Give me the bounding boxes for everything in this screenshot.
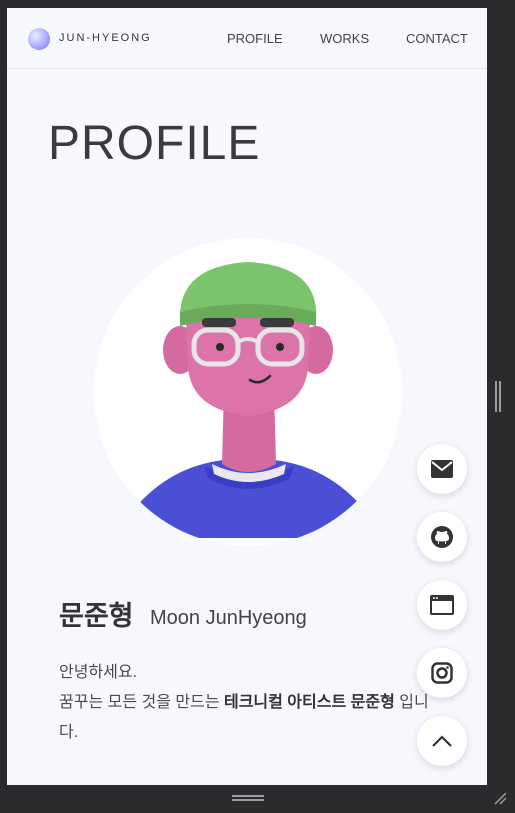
github-icon: [431, 526, 453, 548]
horizontal-resize-handle[interactable]: [232, 795, 264, 801]
profile-name-english: Moon JunHyeong: [150, 607, 307, 629]
github-button[interactable]: [417, 512, 467, 562]
nav-works-link[interactable]: WORKS: [320, 31, 369, 46]
mail-icon: [431, 460, 453, 478]
mail-button[interactable]: [417, 444, 467, 494]
page-viewport: JUN-HYEONG PROFILE WORKS CONTACT PROFILE: [7, 8, 487, 785]
intro-prefix: 꿈꾸는 모든 것을 만드는: [59, 694, 224, 711]
vertical-resize-handle[interactable]: [495, 381, 501, 412]
browser-frame-right: [487, 0, 515, 813]
nav-profile-link[interactable]: PROFILE: [227, 31, 283, 46]
scroll-to-top-button[interactable]: [417, 716, 467, 766]
intro-greeting: 안녕하세요.: [59, 664, 138, 681]
page-title: PROFILE: [48, 117, 261, 170]
browser-frame-top: [0, 0, 515, 8]
logo-icon[interactable]: [28, 28, 50, 50]
instagram-button[interactable]: [417, 648, 467, 698]
intro-highlight: 테크니컬 아티스트 문준형: [223, 694, 395, 711]
instagram-icon: [431, 662, 453, 684]
profile-name-korean: 문준형: [59, 601, 134, 631]
resize-grip-icon[interactable]: [492, 790, 508, 806]
website-button[interactable]: [417, 580, 467, 630]
avatar-illustration: [114, 262, 384, 538]
nav-contact-link[interactable]: CONTACT: [406, 31, 468, 46]
chevron-up-icon: [432, 735, 452, 747]
browser-window-icon: [430, 595, 454, 615]
site-header: JUN-HYEONG PROFILE WORKS CONTACT: [7, 8, 487, 69]
profile-intro: 안녕하세요. 꿈꾸는 모든 것을 만드는 테크니컬 아티스트 문준형 입니다.: [59, 658, 439, 748]
intro-sentence: 꿈꾸는 모든 것을 만드는 테크니컬 아티스트 문준형 입니다.: [59, 688, 439, 748]
avatar: [94, 238, 402, 546]
brand-name[interactable]: JUN-HYEONG: [59, 32, 152, 44]
